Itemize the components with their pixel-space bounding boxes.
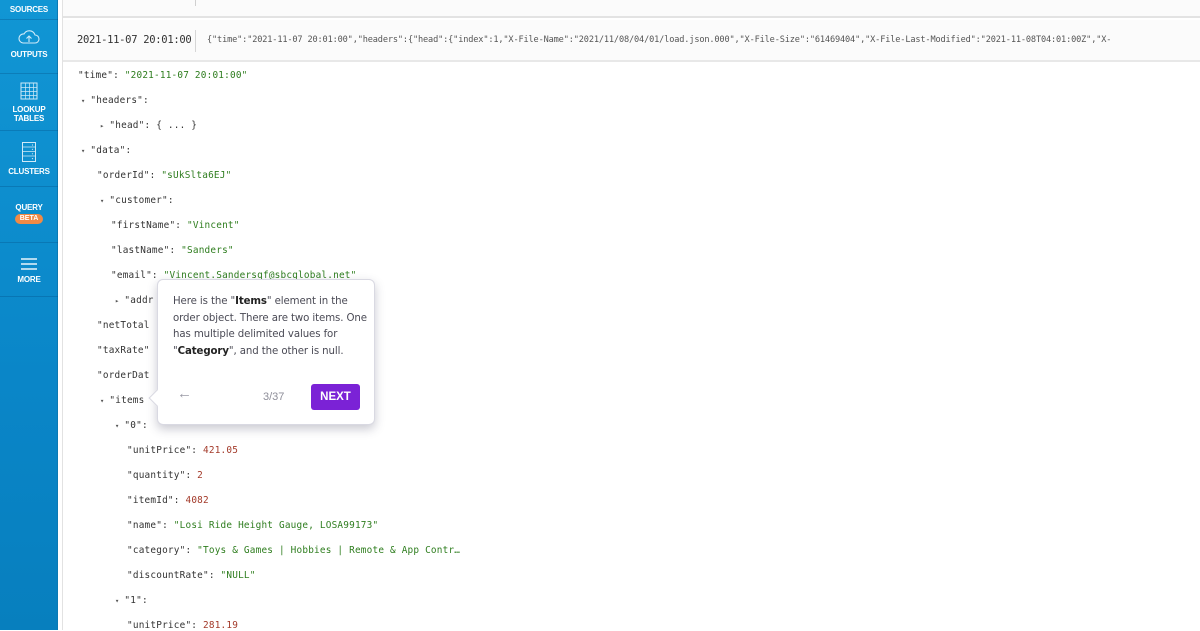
sidebar-item-label: CLUSTERS <box>8 167 50 176</box>
collapse-caret-icon[interactable]: ▾ <box>115 422 119 430</box>
log-timestamp: 2021-11-07 20:01:00 <box>77 34 192 46</box>
expand-caret-icon[interactable]: ▸ <box>100 122 104 130</box>
json-key: "unitPrice": <box>127 620 198 631</box>
json-key: "category": <box>127 545 192 556</box>
json-key: "netTotal <box>97 320 150 331</box>
collapse-caret-icon[interactable]: ▾ <box>100 197 104 205</box>
tooltip-emphasis: Items <box>235 296 267 307</box>
arrow-left-icon[interactable]: ← <box>177 385 192 402</box>
tooltip-text-part: ", and the other is null. <box>228 345 344 357</box>
json-value: "NULL" <box>220 570 256 581</box>
tooltip-emphasis: Category <box>177 345 229 357</box>
tree-node-orderid: "orderId": "sUkSlta6EJ" <box>97 170 231 181</box>
sidebar-item-lookup-tables[interactable]: LOOKUP TABLES <box>0 74 58 131</box>
tooltip-text-part: Here is the " <box>173 296 236 307</box>
server-rack-icon <box>22 142 36 162</box>
json-key: "taxRate" <box>97 345 150 356</box>
tooltip-text: Here is the "Items" element in the order… <box>173 294 368 360</box>
json-key: "itemId": <box>127 495 180 506</box>
json-key: "customer": <box>109 195 174 206</box>
tree-node-address[interactable]: ▸ "addr <box>115 295 154 306</box>
json-key: "orderDat <box>97 370 150 381</box>
tree-node-taxrate: "taxRate" <box>97 345 150 356</box>
column-divider <box>195 30 196 52</box>
json-value: "sUkSlta6EJ" <box>161 170 232 181</box>
tree-node-item-0[interactable]: ▾ "0": <box>115 420 148 431</box>
json-key: "discountRate": <box>127 570 215 581</box>
tree-node-items[interactable]: ▾ "items <box>100 395 145 406</box>
hamburger-menu-icon <box>21 258 37 270</box>
tree-node-customer[interactable]: ▾ "customer": <box>100 195 174 206</box>
json-value: "Sanders" <box>181 245 234 256</box>
json-value: "Losi Ride Height Gauge, LOSA99173" <box>173 520 379 531</box>
tree-node-name: "name": "Losi Ride Height Gauge, LOSA991… <box>127 520 378 531</box>
tree-node-firstname: "firstName": "Vincent" <box>111 220 240 231</box>
json-key: "orderId": <box>97 170 156 181</box>
sidebar-item-query[interactable]: QUERY BETA <box>0 187 58 243</box>
tree-node-quantity: "quantity": 2 <box>127 470 203 481</box>
json-key: "name": <box>127 520 168 531</box>
json-key: "email": <box>111 270 158 281</box>
sidebar-item-more[interactable]: MORE <box>0 243 58 297</box>
expand-caret-icon[interactable]: ▸ <box>115 297 119 305</box>
sidebar-item-label: TABLES <box>13 114 45 123</box>
json-key: "addr <box>124 295 154 306</box>
sidebar-item-label: OUTPUTS <box>10 50 48 59</box>
tree-node-time: "time": "2021-11-07 20:01:00" <box>78 70 248 81</box>
json-value: 4082 <box>185 495 209 506</box>
json-key: "data": <box>90 145 132 156</box>
tree-node-category: "category": "Toys & Games | Hobbies | Re… <box>127 545 460 556</box>
json-key: "time": <box>78 70 119 81</box>
log-row-previous[interactable] <box>63 0 1200 18</box>
tree-node-unitprice: "unitPrice": 281.19 <box>127 620 238 631</box>
tree-node-nettotal: "netTotal <box>97 320 150 331</box>
tree-node-discountrate: "discountRate": "NULL" <box>127 570 256 581</box>
sidebar-item-label: LOOKUP <box>12 105 46 114</box>
sidebar: SOURCES OUTPUTS LOOKUP TABLES CLUSTERS Q… <box>0 0 58 630</box>
json-key: "items <box>109 395 145 406</box>
json-key: "lastName": <box>111 245 176 256</box>
sidebar-item-sources[interactable]: SOURCES <box>0 0 58 20</box>
tree-node-head[interactable]: ▸ "head": { ... } <box>100 120 197 131</box>
json-value: "Vincent" <box>187 220 240 231</box>
json-value: 2 <box>197 470 204 481</box>
collapse-caret-icon[interactable]: ▾ <box>115 597 119 605</box>
next-button[interactable]: NEXT <box>311 384 360 410</box>
json-value: 421.05 <box>203 445 239 456</box>
json-key: "1": <box>124 595 148 606</box>
json-key: "unitPrice": <box>127 445 198 456</box>
json-key: "0": <box>124 420 148 431</box>
sidebar-item-label: SOURCES <box>9 5 49 14</box>
sidebar-item-label: MORE <box>17 275 41 284</box>
json-value: "Toys & Games | Hobbies | Remote & App C… <box>197 545 461 556</box>
tour-tooltip: Here is the "Items" element in the order… <box>148 279 375 425</box>
table-grid-icon <box>20 82 38 100</box>
log-raw-json: {"time":"2021-11-07 20:01:00","headers":… <box>207 35 1112 45</box>
sidebar-item-clusters[interactable]: CLUSTERS <box>0 131 58 187</box>
cloud-upload-icon <box>18 30 40 44</box>
tree-node-item-1[interactable]: ▾ "1": <box>115 595 148 606</box>
tree-node-orderdate: "orderDat <box>97 370 150 381</box>
json-key: "headers": <box>90 95 149 106</box>
json-key: "quantity": <box>127 470 192 481</box>
json-value: 281.19 <box>203 620 239 631</box>
sidebar-item-outputs[interactable]: OUTPUTS <box>0 20 58 74</box>
tree-node-data[interactable]: ▾ "data": <box>81 145 131 156</box>
collapsed-object[interactable]: { ... } <box>156 120 197 131</box>
tour-step-counter: 3/37 <box>263 391 285 403</box>
column-divider <box>195 0 196 6</box>
tree-node-itemid: "itemId": 4082 <box>127 495 209 506</box>
log-row-selected[interactable]: 2021-11-07 20:01:00 {"time":"2021-11-07 … <box>63 20 1200 62</box>
tree-node-headers[interactable]: ▾ "headers": <box>81 95 149 106</box>
tree-node-lastname: "lastName": "Sanders" <box>111 245 234 256</box>
collapse-caret-icon[interactable]: ▾ <box>81 97 85 105</box>
beta-badge: BETA <box>14 214 44 224</box>
json-key: "firstName": <box>111 220 182 231</box>
tree-node-unitprice: "unitPrice": 421.05 <box>127 445 238 456</box>
json-value: "2021-11-07 20:01:00" <box>124 70 248 81</box>
collapse-caret-icon[interactable]: ▾ <box>81 147 85 155</box>
sidebar-item-label: QUERY <box>15 203 43 212</box>
collapse-caret-icon[interactable]: ▾ <box>100 397 104 405</box>
json-key: "head": <box>109 120 151 131</box>
